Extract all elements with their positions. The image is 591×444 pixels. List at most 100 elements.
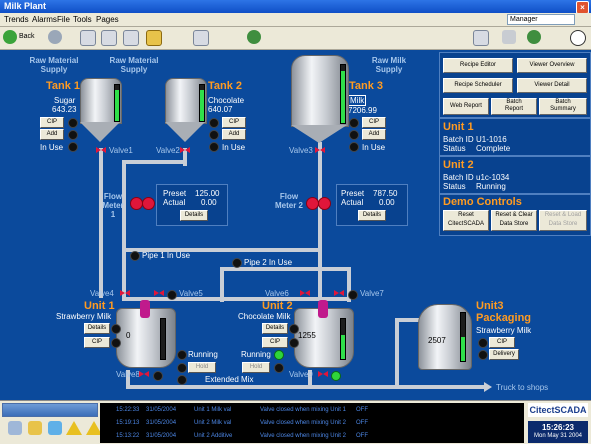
reset-citectscada-button[interactable]: Reset CitectSCADA: [443, 210, 489, 231]
unit1-product: Strawberry Milk: [56, 312, 112, 321]
login-icon[interactable]: [527, 30, 541, 44]
menu-trends[interactable]: Trends: [4, 15, 29, 24]
unit2-hold-button[interactable]: Hold: [242, 362, 270, 373]
menu-pages[interactable]: Pages: [96, 15, 119, 24]
flow1-details-button[interactable]: Details: [180, 210, 208, 221]
back-arrow-icon[interactable]: [3, 30, 17, 44]
alarm-time: 15:22:33: [116, 407, 140, 413]
print-icon[interactable]: [502, 30, 516, 44]
computer-icon[interactable]: [8, 421, 22, 435]
folder-icon[interactable]: [28, 421, 42, 435]
panel-unit2-title: Unit 2: [443, 159, 474, 171]
unit1-cip-button[interactable]: CIP: [84, 337, 110, 348]
tank3-product: Milk: [348, 95, 367, 106]
page-icon[interactable]: [80, 30, 96, 46]
batch-summary-button[interactable]: Batch Summary: [539, 98, 587, 115]
valve6-icon[interactable]: [300, 290, 310, 297]
warning-icon[interactable]: [66, 421, 82, 435]
tank1-title: Tank 1: [46, 80, 81, 92]
batch-report-button[interactable]: Batch Report: [491, 98, 537, 115]
tank1-cone: [80, 122, 120, 142]
menu-file[interactable]: File: [57, 15, 70, 24]
alarm-row[interactable]: 15:22:33 31/05/2004 Unit 1 Milk val Valv…: [100, 405, 524, 415]
valve3-icon[interactable]: [315, 147, 325, 154]
valve2-icon[interactable]: [180, 147, 190, 154]
unit1-details-button[interactable]: Details: [84, 323, 110, 334]
valve8-icon[interactable]: [139, 371, 149, 378]
tank2-add-indicator: [209, 130, 219, 140]
demo-controls-panel: Demo Controls Reset CitectSCADA Reset & …: [439, 194, 591, 236]
unit3-product: Strawberry Milk: [476, 326, 532, 335]
unit2-title: Unit 2: [262, 300, 293, 312]
alarm-state: OFF: [356, 433, 368, 439]
forward-arrow-icon[interactable]: [48, 30, 62, 44]
network-icon[interactable]: [48, 421, 62, 435]
recipe-editor-button[interactable]: Recipe Editor: [443, 58, 513, 73]
unit3-delivery-button[interactable]: Delivery: [489, 349, 519, 360]
user-field[interactable]: Manager: [507, 14, 575, 25]
unit3-cip-indicator: [478, 338, 488, 348]
unit2-details-button[interactable]: Details: [262, 323, 288, 334]
valve9-icon[interactable]: [318, 371, 328, 378]
tank1-add-button[interactable]: Add: [40, 129, 64, 140]
panel-unit2-status-label: Status: [443, 182, 466, 191]
tank3-add-button[interactable]: Add: [362, 129, 386, 140]
alarm-banner[interactable]: [2, 403, 98, 417]
valve6-label: Valve6: [265, 289, 289, 298]
stop-icon[interactable]: [123, 30, 139, 46]
unit2-cip-button[interactable]: CIP: [262, 337, 288, 348]
reset-load-data-store-button[interactable]: Reset & Load Data Store: [539, 210, 587, 231]
tank1-add-indicator: [68, 130, 78, 140]
toolbar: Back: [0, 27, 591, 50]
unit1-hold-button[interactable]: Hold: [188, 362, 216, 373]
web-report-button[interactable]: Web Report: [443, 98, 489, 115]
unit3-cip-button[interactable]: CIP: [489, 337, 515, 348]
view-icon[interactable]: [473, 30, 489, 46]
pipe-unit-feed: [122, 297, 351, 301]
panel-unit2-batch-label: Batch ID: [443, 173, 474, 182]
tank2-product: Chocolate: [208, 96, 245, 105]
unit2-product: Chocolate Milk: [238, 312, 291, 321]
reset-clear-data-store-button[interactable]: Reset & Clear Data Store: [491, 210, 537, 231]
valve5-icon[interactable]: [154, 290, 164, 297]
recipe-scheduler-button[interactable]: Recipe Scheduler: [443, 78, 513, 93]
menu-tools[interactable]: Tools: [73, 15, 92, 24]
pipe-main-left: [122, 160, 126, 300]
alarm-row[interactable]: 15:19:13 31/05/2004 Unit 2 Milk val Valv…: [100, 418, 524, 428]
valve5-indicator: [167, 290, 177, 300]
alarm-date: 31/05/2004: [146, 433, 177, 439]
home-icon[interactable]: [146, 30, 162, 46]
flow-meter2-icon[interactable]: [306, 196, 331, 210]
viewer-detail-button[interactable]: Viewer Detail: [517, 78, 587, 93]
back-label[interactable]: Back: [19, 33, 35, 40]
flow1-actual-label: Actual: [163, 198, 186, 207]
help-icon[interactable]: [570, 30, 586, 46]
flow2-details-button[interactable]: Details: [358, 210, 386, 221]
unit1-running-indicator: [177, 350, 187, 360]
tank1-product: Sugar: [54, 96, 76, 105]
unit1-hold-indicator: [177, 363, 187, 373]
refresh-icon[interactable]: [101, 30, 117, 46]
viewer-overview-button[interactable]: Viewer Overview: [517, 58, 587, 73]
tank2-cip-button[interactable]: CIP: [222, 117, 246, 128]
users-icon[interactable]: [247, 30, 261, 44]
alarm-desc: Valve closed when mixing Unit 1: [260, 407, 346, 413]
tank3-cip-button[interactable]: CIP: [362, 117, 386, 128]
valve1-icon[interactable]: [96, 147, 106, 154]
window-icon[interactable]: [193, 30, 209, 46]
tank1-inuse-indicator: [68, 142, 78, 152]
flow-meter1-icon[interactable]: [130, 196, 155, 210]
unit2-status-panel: Unit 2 Batch ID u1c-1034 Status Running: [439, 156, 591, 194]
tank2-status: In Use: [222, 143, 246, 152]
tank1-cip-button[interactable]: CIP: [40, 117, 64, 128]
panel-unit2-batch: u1c-1034: [476, 173, 510, 182]
alarm-state: OFF: [356, 420, 368, 426]
menu-alarms[interactable]: Alarms: [32, 15, 57, 24]
navigation-panel: Recipe Editor Viewer Overview Recipe Sch…: [439, 52, 591, 118]
valve4-icon[interactable]: [120, 290, 130, 297]
valve7-icon[interactable]: [334, 290, 344, 297]
valve4-label: Valve4: [90, 289, 114, 298]
panel-unit1-title: Unit 1: [443, 121, 474, 133]
tank2-add-button[interactable]: Add: [222, 129, 246, 140]
alarm-row[interactable]: 15:13:22 31/05/2004 Unit 2 Additive Valv…: [100, 431, 524, 441]
